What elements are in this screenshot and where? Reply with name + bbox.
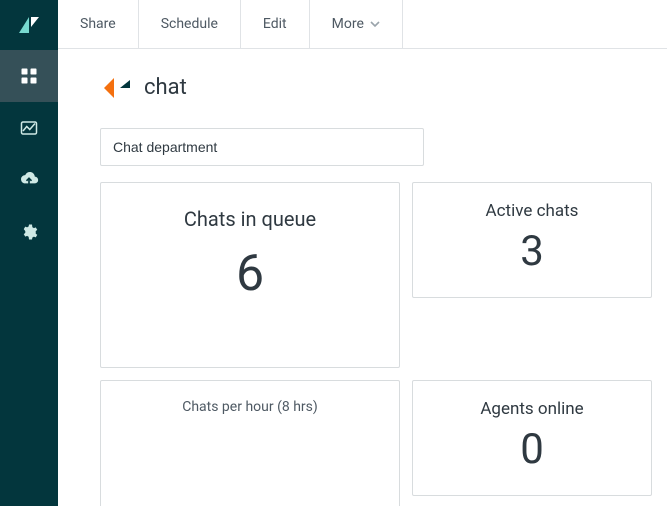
toolbar: Share Schedule Edit More — [58, 0, 667, 49]
dashboard-icon — [20, 67, 38, 85]
schedule-action[interactable]: Schedule — [139, 0, 241, 48]
tiles-grid: Chats in queue 6 Active chats 3 Chats pe… — [100, 182, 631, 506]
gear-icon — [20, 223, 38, 241]
share-label: Share — [80, 16, 116, 32]
share-action[interactable]: Share — [58, 0, 139, 48]
tile-title: Chats per hour (8 hrs) — [111, 399, 389, 415]
more-action[interactable]: More — [310, 0, 403, 48]
nav-upload[interactable] — [0, 154, 58, 206]
edit-label: Edit — [263, 16, 287, 32]
tile-chats-per-hour[interactable]: Chats per hour (8 hrs) — [100, 380, 400, 506]
tile-agents-online[interactable]: Agents online 0 — [412, 380, 652, 496]
activity-icon — [20, 119, 38, 137]
brand-icon — [17, 13, 41, 37]
page-title: chat — [144, 75, 187, 100]
brand-logo[interactable] — [0, 0, 58, 50]
nav-settings[interactable] — [0, 206, 58, 258]
page-header: chat — [100, 75, 631, 100]
nav-activity[interactable] — [0, 102, 58, 154]
page-body: chat Chats in queue 6 Active chats 3 Cha… — [58, 49, 667, 506]
tile-title: Chats in queue — [111, 207, 389, 231]
schedule-label: Schedule — [161, 16, 218, 32]
edit-action[interactable]: Edit — [241, 0, 310, 48]
cloud-upload-icon — [19, 171, 39, 189]
tile-title: Active chats — [423, 201, 641, 221]
tile-chats-in-queue[interactable]: Chats in queue 6 — [100, 182, 400, 368]
chevron-down-icon — [370, 19, 380, 29]
filter-input[interactable] — [100, 128, 424, 166]
tile-value: 6 — [111, 249, 389, 299]
main-content: Share Schedule Edit More c — [58, 0, 667, 506]
more-label: More — [332, 16, 364, 32]
chat-product-icon — [104, 76, 132, 100]
tile-value: 3 — [423, 231, 641, 273]
tile-active-chats[interactable]: Active chats 3 — [412, 182, 652, 298]
nav-dashboard[interactable] — [0, 50, 58, 102]
tile-title: Agents online — [423, 399, 641, 419]
tile-value: 0 — [423, 429, 641, 471]
sidebar — [0, 0, 58, 506]
